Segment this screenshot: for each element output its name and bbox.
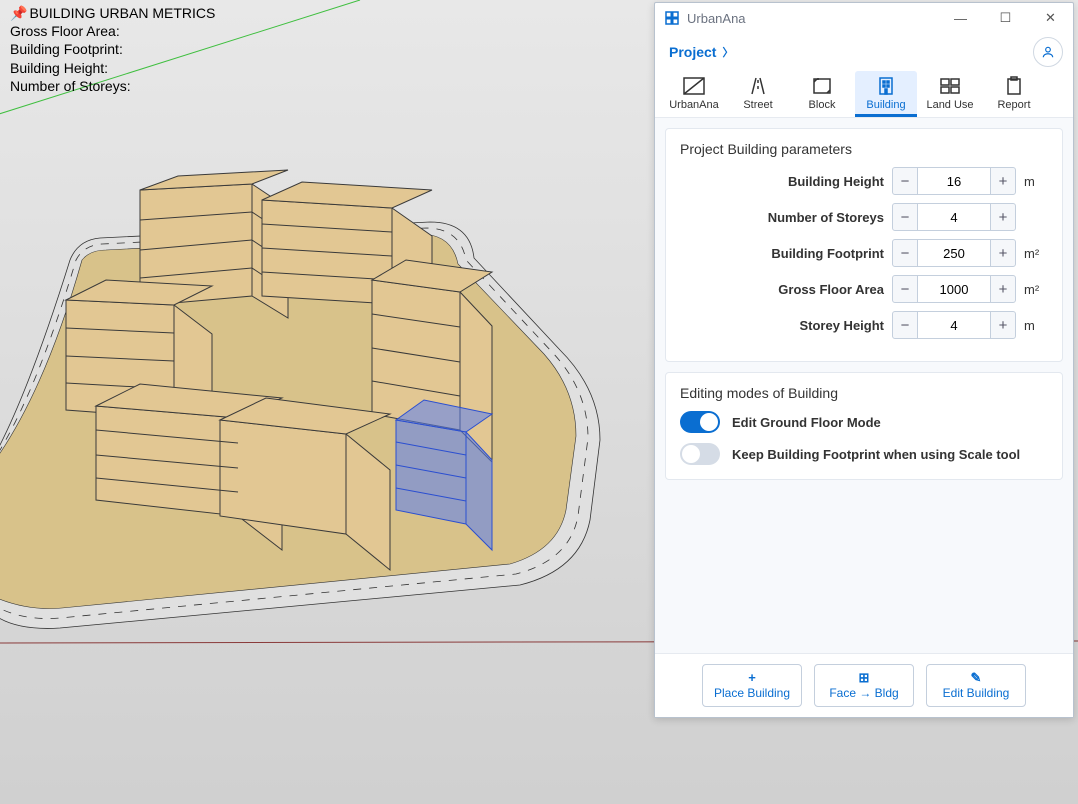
face-to-bldg-button[interactable]: ⊞ Face → Bldg: [814, 664, 914, 707]
landuse-icon: [937, 75, 963, 97]
increment-button[interactable]: +: [990, 239, 1016, 267]
unit-label: m²: [1024, 246, 1048, 261]
toggle-label: Keep Building Footprint when using Scale…: [732, 447, 1020, 462]
pin-icon: 📌: [10, 5, 27, 21]
storey-height-input[interactable]: [918, 311, 990, 339]
decrement-button[interactable]: −: [892, 275, 918, 303]
tab-report[interactable]: Report: [983, 71, 1045, 117]
tab-label: Building: [866, 99, 905, 111]
params-title: Project Building parameters: [680, 141, 1048, 157]
tab-urbanana[interactable]: UrbanAna: [663, 71, 725, 117]
app-logo-icon: [663, 9, 681, 27]
tab-label: Street: [743, 99, 772, 111]
street-icon: [745, 75, 771, 97]
tab-label: Block: [809, 99, 836, 111]
keep-footprint-toggle[interactable]: [680, 443, 720, 465]
param-label: Building Footprint: [680, 246, 884, 261]
block-icon: [809, 75, 835, 97]
tab-street[interactable]: Street: [727, 71, 789, 117]
edit-ground-floor-toggle[interactable]: [680, 411, 720, 433]
place-building-button[interactable]: + Place Building: [702, 664, 802, 707]
param-building-footprint: Building Footprint − + m²: [680, 239, 1048, 267]
param-storey-height: Storey Height − + m: [680, 311, 1048, 339]
urbanana-panel: UrbanAna — ☐ ✕ Project 〉 UrbanAna Street…: [654, 2, 1074, 718]
decrement-button[interactable]: −: [892, 203, 918, 231]
building-height-stepper: − +: [892, 167, 1016, 195]
tab-block[interactable]: Block: [791, 71, 853, 117]
metric-row: Building Height:: [10, 59, 215, 77]
report-icon: [1001, 75, 1027, 97]
editmodes-title: Editing modes of Building: [680, 385, 1048, 401]
urbanana-icon: [681, 75, 707, 97]
project-label: Project: [669, 44, 716, 60]
tab-label: UrbanAna: [669, 99, 719, 111]
increment-button[interactable]: +: [990, 203, 1016, 231]
param-label: Number of Storeys: [680, 210, 884, 225]
panel-footer: + Place Building ⊞ Face → Bldg ✎ Edit Bu…: [655, 653, 1073, 717]
increment-button[interactable]: +: [990, 167, 1016, 195]
unit-label: m: [1024, 174, 1048, 189]
face-icon: ⊞: [859, 671, 870, 684]
param-building-height: Building Height − + m: [680, 167, 1048, 195]
toggle-label: Edit Ground Floor Mode: [732, 415, 881, 430]
metrics-overlay: 📌BUILDING URBAN METRICS Gross Floor Area…: [10, 4, 215, 95]
pencil-icon: ✎: [971, 671, 982, 684]
gfa-input[interactable]: [918, 275, 990, 303]
tabs: UrbanAna Street Block Building Land Use …: [655, 71, 1073, 118]
decrement-button[interactable]: −: [892, 311, 918, 339]
param-number-of-storeys: Number of Storeys − +: [680, 203, 1048, 231]
gfa-stepper: − +: [892, 275, 1016, 303]
window-minimize-button[interactable]: —: [938, 4, 983, 32]
unit-label: m: [1024, 318, 1048, 333]
tab-building[interactable]: Building: [855, 71, 917, 117]
plus-icon: +: [748, 671, 756, 684]
panel-titlebar: UrbanAna — ☐ ✕: [655, 3, 1073, 33]
edit-building-button[interactable]: ✎ Edit Building: [926, 664, 1026, 707]
param-label: Storey Height: [680, 318, 884, 333]
building-icon: [873, 75, 899, 97]
metrics-title: BUILDING URBAN METRICS: [29, 5, 215, 21]
metric-row: Number of Storeys:: [10, 77, 215, 95]
metric-row: Gross Floor Area:: [10, 22, 215, 40]
param-gross-floor-area: Gross Floor Area − + m²: [680, 275, 1048, 303]
window-maximize-button[interactable]: ☐: [983, 4, 1028, 32]
button-label: Place Building: [714, 686, 790, 700]
param-label: Gross Floor Area: [680, 282, 884, 297]
breadcrumb-row: Project 〉: [655, 33, 1073, 71]
increment-button[interactable]: +: [990, 311, 1016, 339]
increment-button[interactable]: +: [990, 275, 1016, 303]
building-height-input[interactable]: [918, 167, 990, 195]
tab-landuse[interactable]: Land Use: [919, 71, 981, 117]
project-breadcrumb[interactable]: Project 〉: [669, 44, 733, 60]
user-avatar[interactable]: [1033, 37, 1063, 67]
toggle-edit-ground-floor: Edit Ground Floor Mode: [680, 411, 1048, 433]
decrement-button[interactable]: −: [892, 167, 918, 195]
editmodes-card: Editing modes of Building Edit Ground Fl…: [665, 372, 1063, 480]
window-close-button[interactable]: ✕: [1028, 4, 1073, 32]
storeys-input[interactable]: [918, 203, 990, 231]
footprint-stepper: − +: [892, 239, 1016, 267]
tab-label: Report: [997, 99, 1030, 111]
decrement-button[interactable]: −: [892, 239, 918, 267]
param-label: Building Height: [680, 174, 884, 189]
toggle-keep-footprint: Keep Building Footprint when using Scale…: [680, 443, 1048, 465]
unit-label: m²: [1024, 282, 1048, 297]
chevron-right-icon: 〉: [722, 44, 733, 60]
panel-content: Project Building parameters Building Hei…: [655, 118, 1073, 653]
storey-height-stepper: − +: [892, 311, 1016, 339]
params-card: Project Building parameters Building Hei…: [665, 128, 1063, 362]
storeys-stepper: − +: [892, 203, 1016, 231]
footprint-input[interactable]: [918, 239, 990, 267]
tab-label: Land Use: [926, 99, 973, 111]
button-label: Edit Building: [943, 686, 1010, 700]
button-label: Face → Bldg: [829, 686, 898, 700]
app-title: UrbanAna: [687, 11, 938, 26]
metric-row: Building Footprint:: [10, 40, 215, 58]
